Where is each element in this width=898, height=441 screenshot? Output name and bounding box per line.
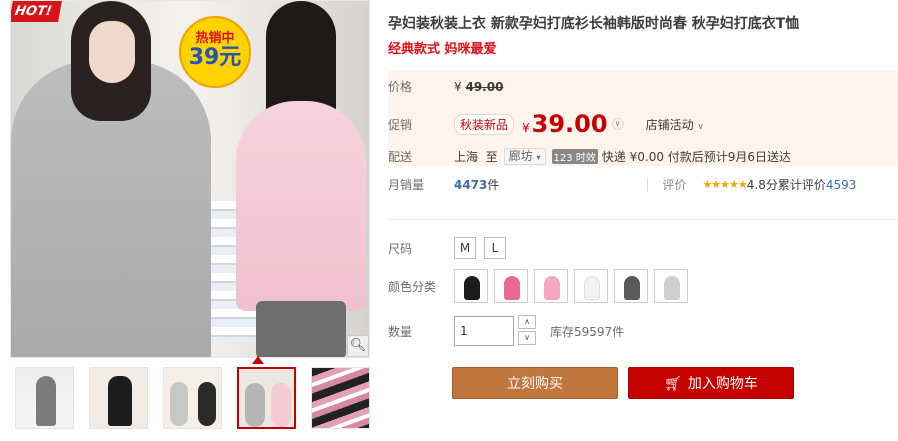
- quantity-row: 数量 1 ∧ ∨ 库存59597件: [388, 315, 624, 347]
- decrement-icon[interactable]: ∨: [518, 331, 536, 345]
- thumbnail-2[interactable]: [89, 367, 148, 429]
- review-count: 4593: [825, 178, 857, 192]
- color-swatch-4[interactable]: [574, 269, 608, 303]
- quantity-label: 数量: [388, 324, 413, 339]
- rating-label: 评价: [662, 178, 687, 192]
- add-to-cart-label: 加入购物车: [687, 376, 758, 392]
- model-back: [236, 101, 366, 311]
- shop-activity-label: 店铺活动: [645, 117, 694, 132]
- color-row: 颜色分类: [388, 269, 694, 303]
- original-price: ¥ 49.00: [454, 80, 503, 94]
- currency-symbol: ¥: [522, 121, 530, 135]
- ship-to-word: 至: [485, 150, 498, 164]
- product-subtitle: 经典款式 妈咪最爱: [388, 42, 497, 57]
- review-link[interactable]: 累计评价4593: [778, 176, 857, 193]
- color-swatch-1[interactable]: [454, 269, 488, 303]
- chevron-down-icon: ∨: [697, 121, 705, 132]
- color-label: 颜色分类: [388, 279, 437, 294]
- promo-tag: 秋装新品: [454, 113, 515, 135]
- thumbnail-strip: [15, 367, 370, 429]
- thumbnail-1[interactable]: [15, 367, 74, 429]
- divider: [647, 177, 649, 192]
- active-thumb-indicator: [252, 356, 264, 364]
- thumbnail-4[interactable]: [237, 367, 296, 429]
- promo-badge: 热销中 39元: [179, 16, 251, 88]
- original-price-label: 价格: [388, 80, 413, 94]
- rating-score: 4.8分: [746, 178, 778, 192]
- caret-down-icon: ▾: [536, 153, 541, 162]
- monthly-sales-label: 月销量: [388, 178, 425, 192]
- cart-icon: 🛒︎: [664, 376, 682, 392]
- color-swatch-6[interactable]: [654, 269, 688, 303]
- sales-row: 月销量 4473 件 评价 ★★★★★ 4.8分 累计评价4593: [388, 176, 856, 193]
- increment-icon[interactable]: ∧: [518, 315, 536, 329]
- model-back-shorts: [256, 301, 346, 357]
- section-divider: [388, 219, 898, 220]
- color-swatch-2[interactable]: [494, 269, 528, 303]
- delivery-row: 配送 上海 至 廊坊 ▾ 123 时效 快递 ¥0.00 付款后预计9月6日送达: [388, 148, 791, 165]
- size-label: 尺码: [388, 241, 413, 256]
- product-info: 孕妇装秋装上衣 新款孕妇打底衫长袖韩版时尚春 秋孕妇打底衣T恤 经典款式 妈咪最…: [388, 0, 898, 441]
- monthly-sales-unit: 件: [487, 178, 500, 192]
- thumbnail-5[interactable]: [311, 367, 370, 429]
- delivery-label: 配送: [388, 150, 413, 164]
- thumbnail-3[interactable]: [163, 367, 222, 429]
- promo-price: ¥39.00: [522, 110, 608, 138]
- promo-price-value: 39.00: [531, 110, 608, 138]
- badge-top-text: 热销中: [195, 31, 235, 46]
- currency-symbol: ¥: [454, 79, 462, 94]
- magnifier-icon[interactable]: 🔍︎: [347, 335, 369, 357]
- original-price-value: 49.00: [465, 79, 504, 94]
- promo-label: 促销: [388, 117, 413, 132]
- chevron-down-icon[interactable]: ∨: [611, 118, 624, 130]
- rating-stars: ★★★★★: [702, 178, 747, 191]
- buy-now-button[interactable]: 立刻购买: [452, 367, 618, 399]
- size-option-l[interactable]: L: [484, 237, 506, 259]
- color-swatch-5[interactable]: [614, 269, 648, 303]
- monthly-sales-count: 4473: [454, 177, 488, 192]
- product-title: 孕妇装秋装上衣 新款孕妇打底衫长袖韩版时尚春 秋孕妇打底衣T恤: [388, 16, 800, 32]
- stock-text: 库存59597件: [550, 324, 625, 339]
- shop-activity-dropdown[interactable]: 店铺活动 ∨: [646, 116, 704, 133]
- express-info: 快递 ¥0.00 付款后预计9月6日送达: [601, 150, 792, 164]
- original-price-row: 价格 ¥ 49.00: [388, 78, 503, 95]
- delivery-time-tag: 123 时效: [551, 149, 598, 164]
- ship-from: 上海: [454, 150, 479, 164]
- badge-price: 39元: [188, 45, 242, 70]
- destination-city: 廊坊: [508, 149, 533, 163]
- review-text: 累计评价: [777, 178, 826, 192]
- color-swatch-3[interactable]: [534, 269, 568, 303]
- size-option-m[interactable]: M: [454, 237, 476, 259]
- size-row: 尺码 M L: [388, 237, 514, 259]
- promo-price-row: 促销 秋装新品 ¥39.00 ∨ 店铺活动 ∨: [388, 110, 704, 138]
- model-front-face: [89, 21, 135, 83]
- add-to-cart-button[interactable]: 🛒︎ 加入购物车: [628, 367, 794, 399]
- quantity-input[interactable]: 1: [454, 316, 514, 346]
- quantity-stepper: ∧ ∨: [518, 315, 536, 347]
- product-gallery: HOT! 热销中 39元 🔍︎: [0, 0, 372, 441]
- destination-select[interactable]: 廊坊 ▾: [503, 148, 546, 165]
- hot-label: HOT!: [11, 1, 62, 22]
- main-product-image[interactable]: HOT! 热销中 39元 🔍︎: [10, 0, 370, 358]
